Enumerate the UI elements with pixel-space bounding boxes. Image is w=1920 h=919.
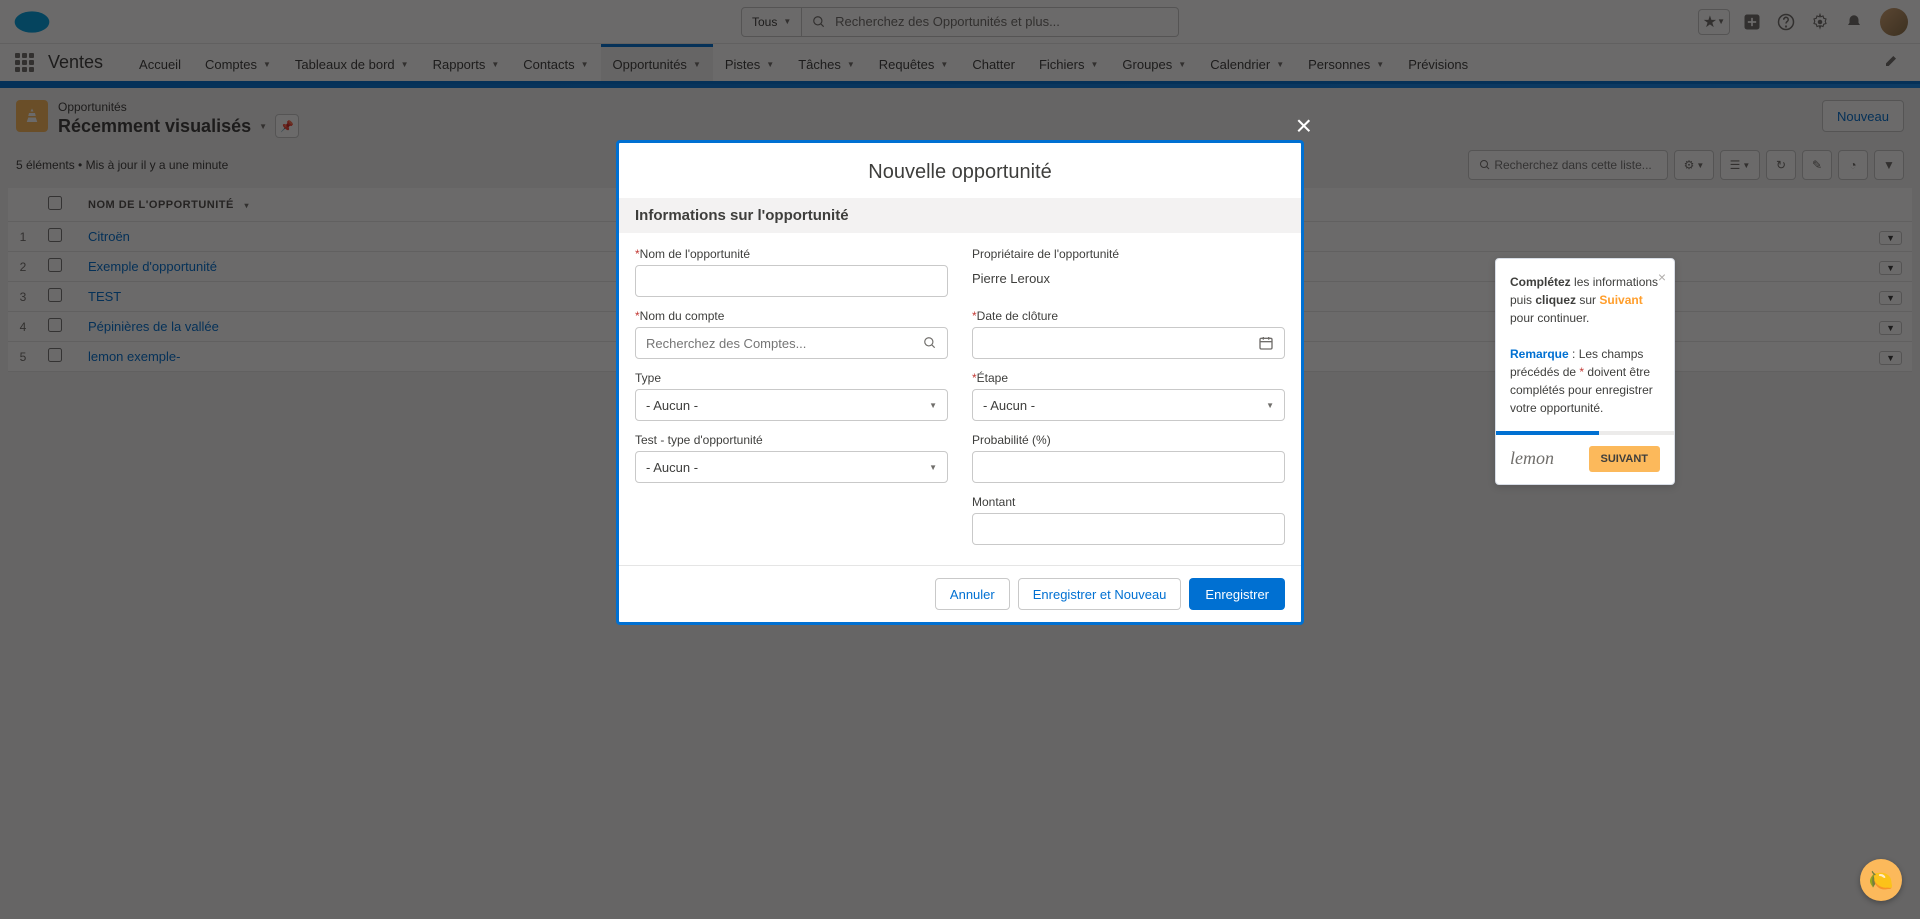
label-amount: Montant <box>972 495 1285 509</box>
coach-progress <box>1496 431 1674 435</box>
label-close-date: *Date de clôture <box>972 309 1285 323</box>
search-icon <box>923 336 937 350</box>
modal-title: Nouvelle opportunité <box>619 143 1301 198</box>
coach-text-2: Remarque : Les champs précédés de * doiv… <box>1510 345 1660 417</box>
close-icon[interactable]: × <box>1296 110 1312 142</box>
caret-down-icon: ▼ <box>1266 401 1274 410</box>
caret-down-icon: ▼ <box>929 463 937 472</box>
calendar-icon <box>1258 335 1274 351</box>
lookup-account[interactable] <box>635 327 948 359</box>
lookup-account-input[interactable] <box>646 336 923 351</box>
select-test-type[interactable]: - Aucun -▼ <box>635 451 948 483</box>
input-amount[interactable] <box>972 513 1285 545</box>
owner-value: Pierre Leroux <box>972 265 1285 286</box>
label-owner: Propriétaire de l'opportunité <box>972 247 1285 261</box>
coach-text-1: Complétez les informations puis cliquez … <box>1510 273 1660 327</box>
coach-tooltip: × Complétez les informations puis clique… <box>1495 258 1675 485</box>
section-header: Informations sur l'opportunité <box>619 198 1301 233</box>
next-button[interactable]: SUIVANT <box>1589 446 1660 472</box>
label-type: Type <box>635 371 948 385</box>
label-account: *Nom du compte <box>635 309 948 323</box>
select-type[interactable]: - Aucun -▼ <box>635 389 948 421</box>
save-button[interactable]: Enregistrer <box>1189 578 1285 610</box>
input-opp-name[interactable] <box>635 265 948 297</box>
label-probability: Probabilité (%) <box>972 433 1285 447</box>
label-opp-name: *Nom de l'opportunité <box>635 247 948 261</box>
input-close-date[interactable] <box>972 327 1285 359</box>
lemon-logo: lemon <box>1510 445 1554 472</box>
input-probability[interactable] <box>972 451 1285 483</box>
lemon-fab[interactable]: 🍋 <box>1860 859 1902 901</box>
new-opportunity-modal: Nouvelle opportunité Informations sur l'… <box>616 140 1304 625</box>
caret-down-icon: ▼ <box>929 401 937 410</box>
label-stage: *Étape <box>972 371 1285 385</box>
label-test-type: Test - type d'opportunité <box>635 433 948 447</box>
select-stage[interactable]: - Aucun -▼ <box>972 389 1285 421</box>
close-icon[interactable]: × <box>1658 267 1666 288</box>
modal-footer: Annuler Enregistrer et Nouveau Enregistr… <box>619 565 1301 622</box>
cancel-button[interactable]: Annuler <box>935 578 1010 610</box>
save-and-new-button[interactable]: Enregistrer et Nouveau <box>1018 578 1182 610</box>
